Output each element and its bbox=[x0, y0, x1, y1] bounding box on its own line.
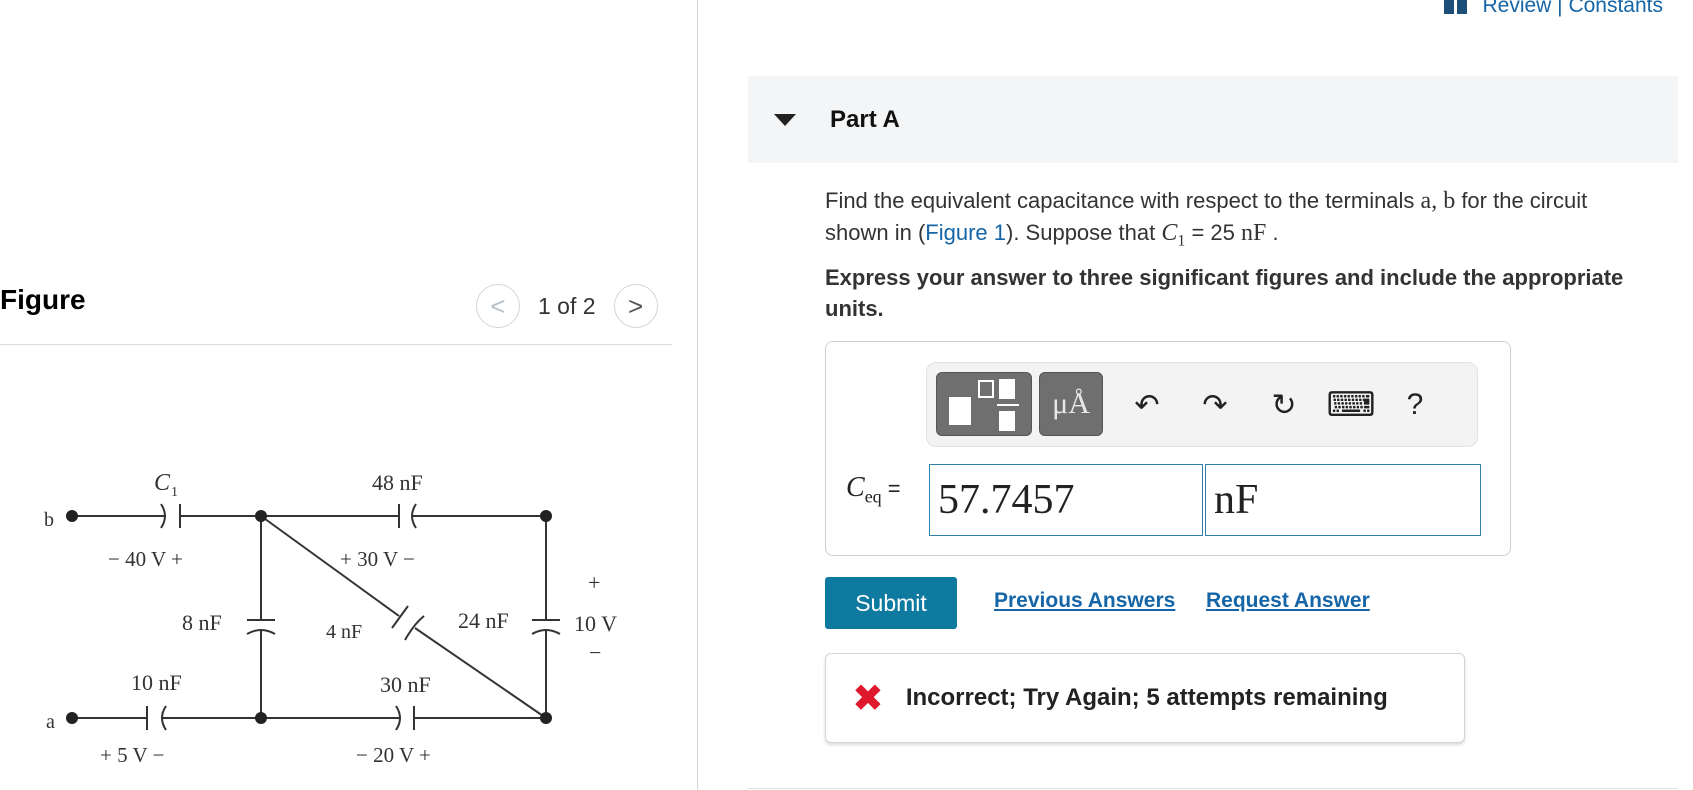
cap-30nf-label: 30 nF bbox=[380, 672, 431, 697]
question-part-1: Find the equivalent capacitance with res… bbox=[825, 188, 1421, 213]
figure-navigation: < 1 of 2 > bbox=[476, 284, 658, 328]
figure-title: Figure bbox=[0, 284, 86, 315]
minus-sign: − bbox=[589, 640, 601, 665]
c1-symbol: C bbox=[1161, 220, 1178, 246]
math-toolbar: μÅ ↶ ↷ ↻ ⌨ ? bbox=[926, 362, 1478, 447]
voltage-10v-label: 10 V bbox=[574, 611, 617, 636]
answer-instruction: Express your answer to three significant… bbox=[825, 265, 1624, 321]
cap-10nf-label: 10 nF bbox=[131, 670, 182, 695]
ceq-label: Ceq = bbox=[846, 472, 901, 508]
cap-48nf-label: 48 nF bbox=[372, 470, 423, 495]
ceq-subscript: eq bbox=[864, 486, 882, 507]
question-part-3: ). Suppose that bbox=[1006, 220, 1162, 245]
keyboard-button[interactable]: ⌨ bbox=[1326, 383, 1375, 427]
templates-button[interactable] bbox=[936, 372, 1032, 436]
figure-counter: 1 of 2 bbox=[538, 292, 596, 319]
next-figure-button[interactable]: > bbox=[613, 284, 658, 328]
feedback-box: ✖ Incorrect; Try Again; 5 attempts remai… bbox=[825, 653, 1465, 743]
cap-8nf-label: 8 nF bbox=[182, 610, 222, 635]
answer-value-field[interactable]: 57.7457 bbox=[929, 464, 1203, 536]
c1-label: C bbox=[154, 470, 171, 496]
cap-24nf-label: 24 nF bbox=[458, 608, 509, 633]
part-title: Part A bbox=[830, 105, 900, 133]
prev-figure-button[interactable]: < bbox=[476, 284, 520, 328]
c1-label-sub: 1 bbox=[171, 485, 178, 500]
incorrect-icon: ✖ bbox=[852, 677, 884, 720]
undo-button[interactable]: ↶ bbox=[1127, 383, 1167, 427]
redo-button[interactable]: ↷ bbox=[1195, 383, 1235, 427]
circuit-diagram: b a C 1 48 nF − 40 V + + 30 V − 8 nF 4 n… bbox=[44, 470, 617, 767]
fraction-template-icon bbox=[949, 379, 1019, 431]
node-a-label: a bbox=[46, 711, 55, 733]
undo-icon: ↶ bbox=[1134, 388, 1160, 422]
question-part-5: . bbox=[1266, 220, 1279, 245]
redo-icon: ↷ bbox=[1202, 388, 1228, 422]
question-part-4: = 25 bbox=[1185, 220, 1241, 245]
ceq-symbol: C bbox=[846, 472, 865, 503]
submit-button[interactable]: Submit bbox=[825, 577, 957, 629]
voltage-5v-label: + 5 V − bbox=[100, 743, 164, 767]
keyboard-icon: ⌨ bbox=[1326, 386, 1376, 424]
part-a-header[interactable]: Part A bbox=[748, 76, 1678, 163]
question-text: Find the equivalent capacitance with res… bbox=[825, 185, 1655, 256]
reset-button[interactable]: ↻ bbox=[1264, 383, 1304, 427]
previous-answers-link[interactable]: Previous Answers bbox=[994, 589, 1175, 613]
node-b-label: b bbox=[44, 509, 54, 531]
unit-nf: nF bbox=[1241, 220, 1267, 246]
review-constants-link[interactable]: Review | Constants bbox=[1444, 0, 1663, 18]
caret-down-icon bbox=[774, 113, 796, 126]
feedback-text: Incorrect; Try Again; 5 attempts remaini… bbox=[905, 684, 1388, 711]
figure-divider bbox=[0, 344, 672, 345]
bottom-divider bbox=[748, 788, 1678, 789]
chevron-right-icon: > bbox=[627, 290, 644, 321]
help-icon: ? bbox=[1406, 388, 1424, 421]
terminals-math: a, b bbox=[1420, 188, 1456, 214]
panel-divider bbox=[697, 0, 698, 790]
figure-link[interactable]: Figure 1 bbox=[925, 220, 1006, 245]
voltage-c1-label: − 40 V + bbox=[108, 547, 183, 571]
book-icon bbox=[1444, 0, 1468, 14]
answer-box: μÅ ↶ ↷ ↻ ⌨ ? Ceq = 57.7457 nF bbox=[825, 341, 1511, 556]
ceq-equals: = bbox=[887, 476, 901, 501]
chevron-left-icon: < bbox=[490, 290, 506, 321]
answer-units-field[interactable]: nF bbox=[1205, 464, 1481, 536]
reset-icon: ↻ bbox=[1271, 388, 1297, 422]
units-button[interactable]: μÅ bbox=[1039, 372, 1103, 436]
plus-sign: + bbox=[588, 570, 600, 595]
cap-4nf-label: 4 nF bbox=[326, 621, 362, 643]
voltage-20v-label: − 20 V + bbox=[356, 743, 431, 767]
voltage-48nf-label: + 30 V − bbox=[340, 547, 415, 571]
help-button[interactable]: ? bbox=[1395, 383, 1435, 427]
units-icon: μÅ bbox=[1052, 387, 1090, 420]
request-answer-link[interactable]: Request Answer bbox=[1206, 589, 1370, 613]
review-constants-text: Review | Constants bbox=[1482, 0, 1663, 17]
